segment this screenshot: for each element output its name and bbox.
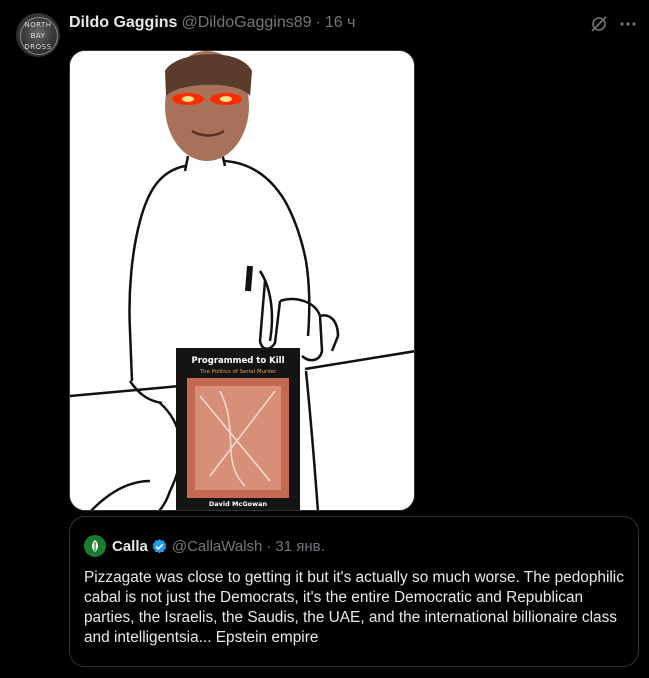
- avatar-text-1: NORTH: [24, 21, 52, 29]
- meme-drawing: Programmed to Kill The Politics of Seria…: [70, 51, 414, 510]
- book-title: Programmed to Kill: [192, 356, 285, 366]
- quote-time[interactable]: 31 янв.: [275, 538, 324, 555]
- post-time[interactable]: 16 ч: [325, 14, 356, 32]
- author-handle[interactable]: @DildoGaggins89: [181, 14, 311, 32]
- quoted-post[interactable]: Calla @CallaWalsh · 31 янв. Pizzagate wa…: [69, 516, 639, 667]
- post-header: Dildo Gaggins @DildoGaggins89 · 16 ч: [69, 13, 355, 33]
- grok-icon[interactable]: [588, 13, 610, 35]
- quote-author-name[interactable]: Calla: [112, 538, 148, 555]
- book-author: David McGowan: [209, 500, 268, 508]
- verified-badge-icon: [151, 538, 168, 555]
- quote-separator: ·: [266, 537, 272, 555]
- more-icon[interactable]: [617, 13, 639, 35]
- author-avatar[interactable]: NORTH BAY DROSS: [16, 13, 60, 57]
- avatar-text-3: DROSS: [24, 43, 52, 51]
- quote-text: Pizzagate was close to getting it but it…: [84, 569, 624, 646]
- avatar-text-2: BAY: [30, 32, 46, 40]
- quoted-post-header: Calla @CallaWalsh · 31 янв.: [84, 535, 325, 557]
- quote-author-handle[interactable]: @CallaWalsh: [172, 538, 263, 555]
- author-name[interactable]: Dildo Gaggins: [69, 14, 177, 32]
- post-image[interactable]: Programmed to Kill The Politics of Seria…: [69, 50, 415, 511]
- book-subtitle: The Politics of Serial Murder: [199, 369, 277, 375]
- quote-avatar[interactable]: [84, 535, 106, 557]
- separator: ·: [315, 14, 321, 31]
